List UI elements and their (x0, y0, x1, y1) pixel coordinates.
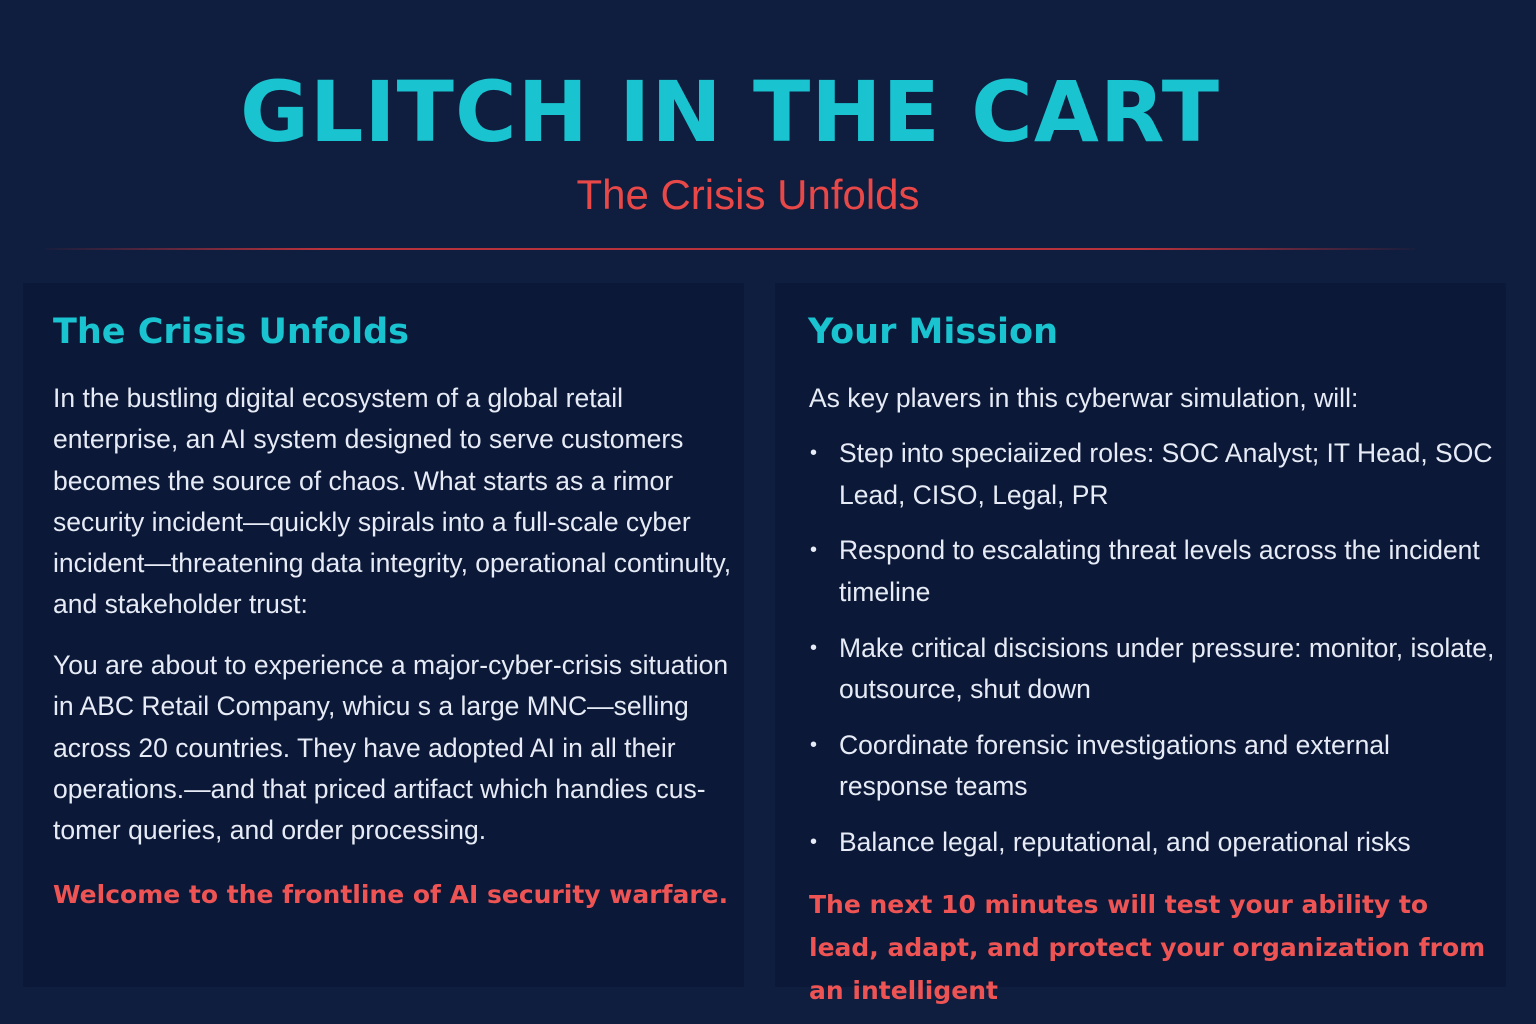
bullet-icon: • (810, 539, 818, 562)
mission-item-text: Coordinate forensic investigations and e… (839, 729, 1390, 802)
mission-item-text: Step into speciaiized roles: SOC Analyst… (839, 438, 1493, 510)
mission-heading: Your Mission (808, 312, 1058, 352)
mission-callout: The next 10 minutes will test your abili… (809, 890, 1486, 1005)
mission-list-item: • Respond to escalating threat levels acr… (808, 530, 1498, 613)
mission-item-text: Balance legal, reputational, and operati… (839, 827, 1411, 858)
bullet-icon: • (810, 636, 818, 659)
mission-item-text: Make critical discisions under pressure:… (839, 632, 1495, 705)
crisis-paragraph-1: In the bustling digital ecosystem of a g… (53, 383, 732, 620)
crisis-paragraph-2: You are about to experience a major-cybe… (53, 650, 729, 846)
mission-list-item: • Coordinate forensic investigations and … (808, 725, 1498, 808)
mission-list-item: • Balance legal, reputational, and operat… (808, 822, 1498, 864)
bullet-icon: • (810, 733, 818, 756)
mission-list-item: • Step into speciaiized roles: SOC Analys… (808, 433, 1498, 516)
mission-list-item: • Make critical discisions under pressure… (808, 628, 1498, 711)
header: GLITCH IN THE CART The Crisis Unfolds (0, 0, 1536, 260)
bullet-icon: • (810, 831, 818, 854)
crisis-heading: The Crisis Unfolds (53, 312, 409, 352)
mission-item-text: Respond to escalating threat levels acro… (839, 535, 1480, 607)
mission-list: • Step into speciaiized roles: SOC Analys… (808, 433, 1498, 878)
header-divider (45, 248, 1415, 250)
bullet-icon: • (810, 442, 818, 464)
mission-panel: Your Mission As key plavers in this cybe… (775, 283, 1506, 1005)
page-subtitle: The Crisis Unfolds (576, 171, 920, 218)
crisis-callout: Welcome to the frontline of AI security … (53, 880, 729, 909)
mission-intro: As key plavers in this cyberwar simulati… (809, 383, 1359, 413)
crisis-panel: The Crisis Unfolds In the bustling digit… (23, 283, 744, 987)
page-title: GLITCH IN THE CART (239, 63, 1221, 161)
